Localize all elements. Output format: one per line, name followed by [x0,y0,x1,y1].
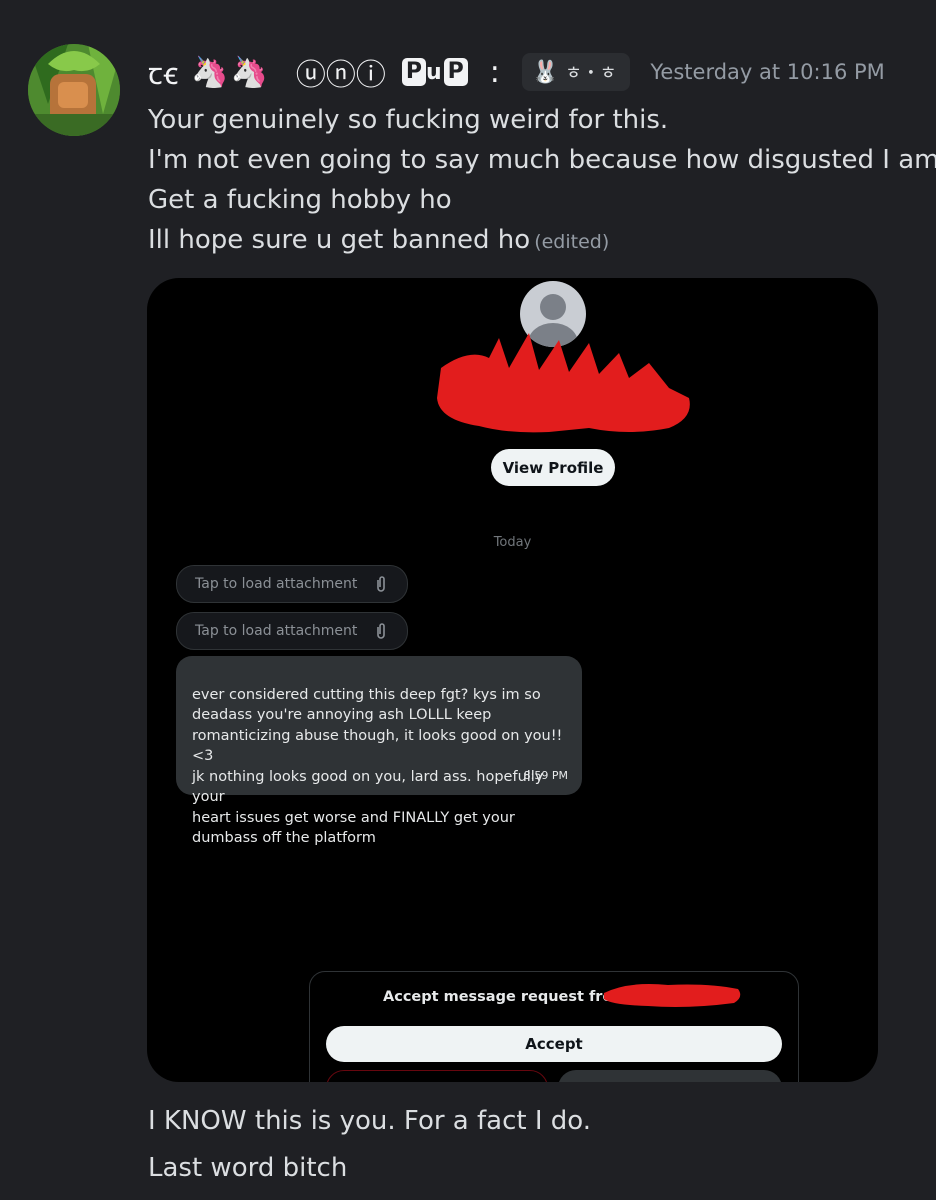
red-scribble-redaction [604,984,741,1007]
avatar-image [28,44,120,136]
message-header: ꞇꞓ 🦄 🦄 ⓤⓝⓘ PuP : 🐰 ㅎ・ㅎ Yesterday at 10:1… [148,50,885,94]
message-line: Get a fucking hobby ho [148,185,452,215]
username-circled-text: ⓤⓝⓘ [295,58,386,93]
date-divider: Today [493,535,532,550]
block-button[interactable] [558,1070,782,1082]
username-badge-2: P [443,58,468,86]
message-timestamp: Yesterday at 10:16 PM [650,60,885,84]
username-badge-1: P [401,58,426,86]
bunny-icon: 🐰 [531,59,560,85]
view-profile-button[interactable]: View Profile [491,449,615,486]
username[interactable]: ꞇꞓ 🦄 🦄 ⓤⓝⓘ PuP : [148,50,500,94]
attachment-placeholder[interactable]: Tap to load attachment [176,612,408,650]
message-line: I'm not even going to say much because h… [148,145,936,175]
server-tag-text: ㅎ・ㅎ [565,63,617,84]
paperclip-icon [375,622,387,644]
message-line-edited: Ill hope sure u get banned ho (edited) [148,220,609,262]
dm-message-time: 8:59 PM [523,768,568,782]
unicorn-icon: 🦄 [191,54,229,90]
message-request-panel: Accept message request from Accept [309,971,799,1082]
message-line: Last word bitch [148,1153,348,1183]
user-avatar[interactable] [28,44,120,136]
server-tag[interactable]: 🐰 ㅎ・ㅎ [521,53,631,91]
message-line: Your genuinely so fucking weird for this… [148,105,669,135]
message-line-text: Ill hope sure u get banned ho [148,225,531,255]
unicorn-emojis: 🦄 🦄 [191,55,268,90]
delete-button[interactable] [326,1070,548,1082]
edited-label: (edited) [534,231,610,253]
pfp-head-shape [540,294,566,320]
username-glyph: ꞇꞓ [148,56,180,92]
image-attachment[interactable]: View Profile Today Tap to load attachmen… [147,278,878,1082]
attachment-placeholder[interactable]: Tap to load attachment [176,565,408,603]
username-colon: : [489,54,500,90]
attachment-label: Tap to load attachment [195,576,358,592]
username-badge-mid: u [425,59,442,85]
accept-button[interactable]: Accept [326,1026,782,1062]
red-scribble-redaction [437,333,690,433]
message-line: I KNOW this is you. For a fact I do. [148,1106,591,1136]
attachment-label: Tap to load attachment [195,623,358,639]
paperclip-icon [375,575,387,597]
unicorn-icon: 🦄 [230,54,268,90]
dm-message-text: ever considered cutting this deep fgt? k… [192,686,563,847]
dm-message-bubble: ever considered cutting this deep fgt? k… [176,656,582,846]
